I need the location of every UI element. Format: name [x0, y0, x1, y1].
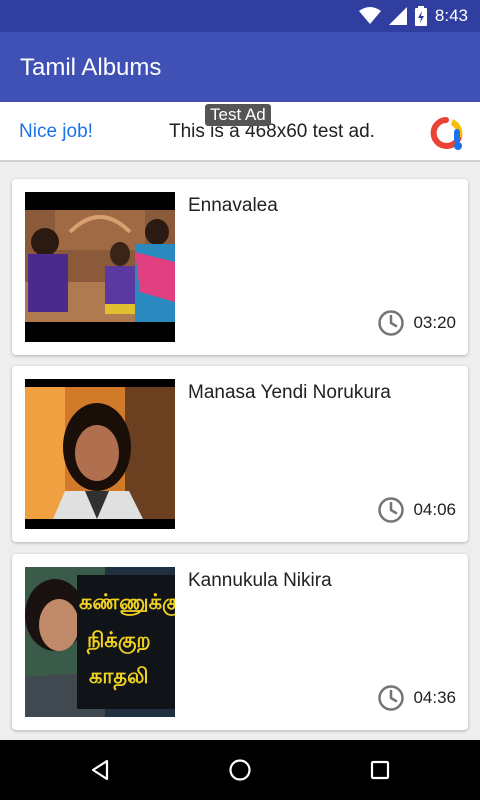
- status-bar: 8:43: [0, 0, 480, 32]
- wifi-icon: [358, 7, 381, 24]
- song-card[interactable]: Manasa Yendi Norukura 04:06: [12, 366, 468, 542]
- home-icon: [229, 759, 251, 781]
- navigation-bar: [0, 740, 480, 800]
- status-time: 8:43: [434, 6, 468, 25]
- thumb3-line3: காதலி: [89, 664, 148, 691]
- clock-icon: [378, 310, 405, 336]
- signal-icon: [388, 7, 407, 25]
- ad-nice-label: Nice job!: [19, 121, 93, 142]
- duration-text: 04:06: [413, 500, 456, 519]
- back-button[interactable]: [80, 750, 120, 790]
- song-card[interactable]: Ennavalea 03:20: [12, 179, 468, 355]
- song-thumbnail: கண்ணுக்கு நிக்குற காதலி: [25, 567, 175, 717]
- app-bar: Tamil Albums: [0, 32, 480, 102]
- clock-icon: [378, 685, 405, 711]
- song-title: Kannukula Nikira: [188, 570, 332, 591]
- app-title: Tamil Albums: [20, 54, 162, 81]
- song-title: Manasa Yendi Norukura: [188, 382, 391, 403]
- recents-button[interactable]: [360, 750, 400, 790]
- song-thumbnail: [25, 379, 175, 529]
- duration-text: 04:36: [413, 688, 456, 707]
- duration-text: 03:20: [413, 313, 456, 332]
- thumb3-line2: நிக்குற: [86, 628, 151, 655]
- battery-icon: [414, 6, 427, 26]
- status-icons: 8:43: [358, 0, 468, 32]
- ad-banner[interactable]: Nice job! This is a 468x60 test ad. Test…: [0, 102, 480, 162]
- song-thumbnail: [25, 192, 175, 342]
- ad-test-tag: Test Ad: [205, 104, 271, 126]
- song-list[interactable]: Ennavalea 03:20 Manasa Yendi Norukura 04…: [0, 162, 480, 740]
- ad-text: This is a 468x60 test ad.: [169, 121, 375, 142]
- duration: 03:20: [377, 309, 456, 337]
- duration: 04:06: [377, 496, 456, 524]
- duration: 04:36: [377, 684, 456, 712]
- song-title: Ennavalea: [188, 195, 278, 216]
- thumb3-line1: கண்ணுக்கு: [79, 590, 175, 616]
- back-icon: [91, 759, 109, 781]
- clock-icon: [378, 497, 405, 523]
- home-button[interactable]: [220, 750, 260, 790]
- song-card[interactable]: கண்ணுக்கு நிக்குற காதலி Kannukula Nikira…: [12, 554, 468, 730]
- recents-icon: [370, 760, 390, 780]
- ad-logo-icon: [430, 117, 463, 150]
